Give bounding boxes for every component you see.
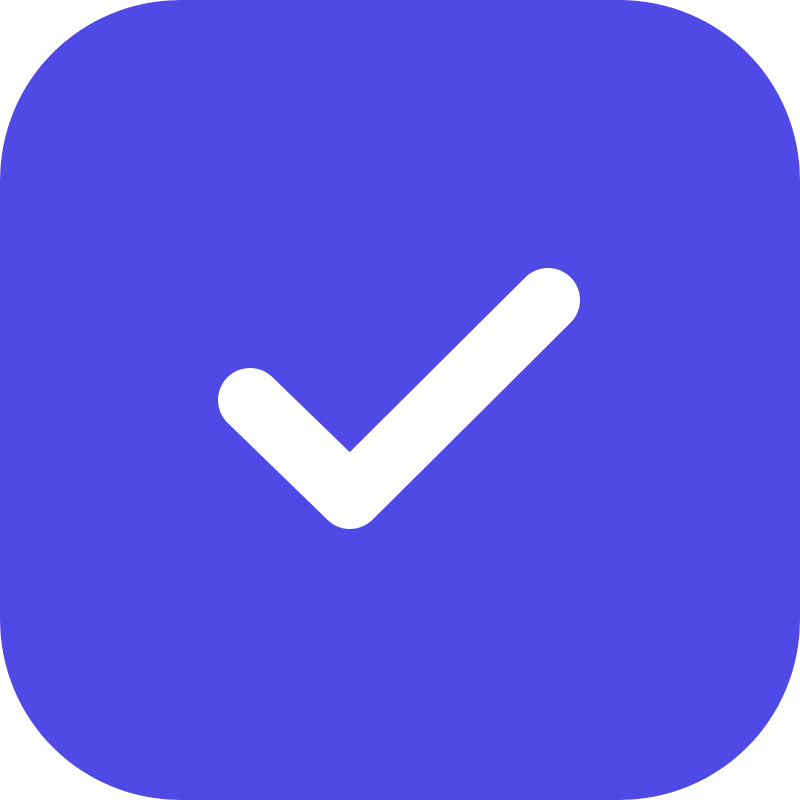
icon-canvas — [0, 0, 800, 800]
checkbox-checked[interactable] — [0, 0, 800, 800]
icon-background — [0, 0, 800, 800]
checkmark-icon — [0, 0, 800, 800]
